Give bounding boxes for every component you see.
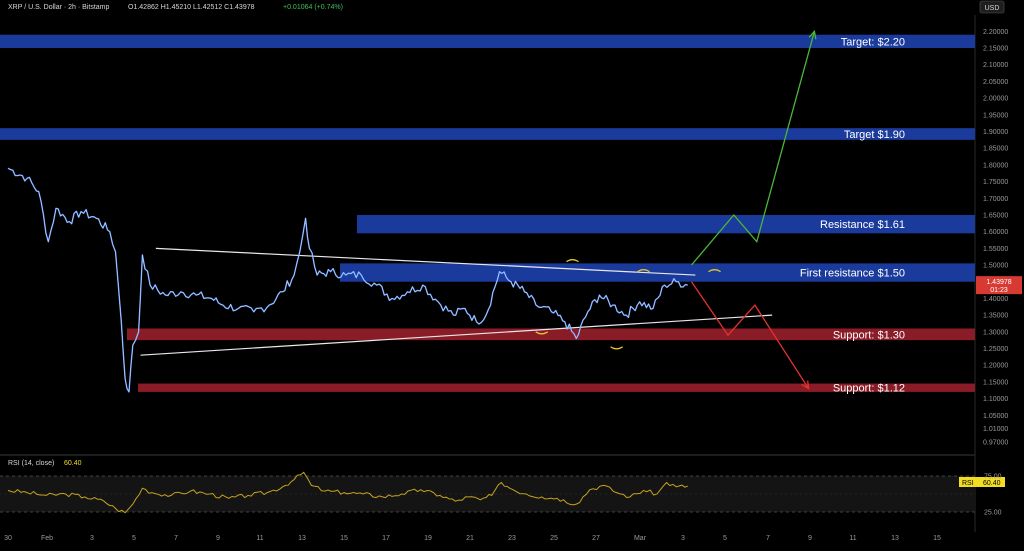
y-tick-label: 1.30000 [983, 329, 1008, 336]
y-tick-label: 1.55000 [983, 246, 1008, 253]
x-tick-label: 13 [891, 535, 899, 542]
price-axis[interactable]: 2.20000 2.15000 2.10000 2.05000 2.00000 1.950… [983, 29, 1008, 447]
y-tick-label: 1.85000 [983, 146, 1008, 153]
y-tick-label: 1.50000 [983, 263, 1008, 270]
y-tick-label: 1.95000 [983, 112, 1008, 119]
x-tick-label: 21 [466, 535, 474, 542]
x-tick-label: 15 [933, 535, 941, 542]
zone-resistance-0[interactable] [0, 34, 975, 49]
y-tick-label: 2.15000 [983, 46, 1008, 53]
zone-label-4: Support: $1.30 [833, 329, 905, 341]
y-tick-label: 1.90000 [983, 129, 1008, 136]
x-tick-label: 9 [216, 535, 220, 542]
rsi-layer [0, 471, 975, 514]
y-tick-label: 1.05000 [983, 413, 1008, 420]
y-tick-label: 1.20000 [983, 363, 1008, 370]
x-tick-label: 5 [132, 535, 136, 542]
last-price-badge: 1.43978 01:23 [976, 276, 1022, 295]
rsi-value: 60.40 [64, 460, 82, 467]
x-tick-label: 7 [174, 535, 178, 542]
x-tick-label: 3 [681, 535, 685, 542]
swing-mark-4 [610, 346, 624, 350]
x-tick-label: 30 [4, 535, 12, 542]
zone-resistance-1[interactable] [0, 128, 975, 140]
time-axis[interactable]: 30 Feb 3 5 7 9 11 13 15 17 19 21 23 25 27 Mar 3 5 7 9 11 13 15 [4, 535, 941, 542]
x-tick-label: Feb [41, 535, 53, 542]
x-tick-label: 27 [592, 535, 600, 542]
rsi-badge-label: RSI [962, 480, 974, 487]
x-tick-label: 23 [508, 535, 516, 542]
x-tick-label: 11 [849, 535, 856, 542]
y-tick-label: 2.05000 [983, 79, 1008, 86]
x-tick-label: 17 [382, 535, 390, 542]
zone-label-0: Target: $2.20 [841, 36, 905, 48]
change-readout: +0.01064 (+0.74%) [283, 4, 343, 11]
ohlc-readout: O1.42862 H1.45210 L1.42512 C1.43978 [128, 4, 255, 11]
x-tick-label: 13 [298, 535, 306, 542]
y-tick-label: 1.25000 [983, 346, 1008, 353]
zone-label-2: Resistance $1.61 [820, 219, 905, 231]
x-tick-label: 5 [723, 535, 727, 542]
zone-label-1: Target $1.90 [844, 129, 905, 141]
trading-chart-window: XRP / U.S. Dollar · 2h · Bitstamp O1.428… [0, 0, 1024, 551]
price-chart[interactable]: XRP / U.S. Dollar · 2h · Bitstamp O1.428… [0, 0, 1024, 551]
y-tick-label: 1.80000 [983, 162, 1008, 169]
y-tick-label: 1.70000 [983, 196, 1008, 203]
y-tick-label: 2.00000 [983, 96, 1008, 103]
zone-label-3: First resistance $1.50 [800, 268, 905, 280]
x-tick-label: 9 [808, 535, 812, 542]
zone-label-5: Support: $1.12 [833, 383, 905, 395]
y-tick-label: 1.35000 [983, 313, 1008, 320]
y-tick-label: 1.01000 [983, 426, 1008, 433]
zones-layer [0, 34, 975, 392]
y-tick-label: 1.60000 [983, 229, 1008, 236]
x-tick-label: 25 [550, 535, 558, 542]
x-tick-label: 19 [424, 535, 432, 542]
x-tick-label: 15 [340, 535, 348, 542]
y-tick-label: 1.40000 [983, 296, 1008, 303]
rsi-lower-label: 25.00 [984, 510, 1002, 517]
currency-button-label: USD [985, 5, 1000, 12]
symbol-title[interactable]: XRP / U.S. Dollar · 2h · Bitstamp [8, 4, 110, 11]
x-tick-label: 7 [766, 535, 770, 542]
y-tick-label: 0.97000 [983, 439, 1008, 446]
currency-button[interactable]: USD [979, 0, 1005, 14]
x-tick-label: Mar [634, 535, 647, 542]
y-tick-label: 1.75000 [983, 179, 1008, 186]
y-tick-label: 1.15000 [983, 379, 1008, 386]
rsi-title[interactable]: RSI (14, close) [8, 460, 54, 467]
rsi-upper-label: 75.00 [984, 474, 1002, 481]
y-tick-label: 1.65000 [983, 212, 1008, 219]
y-tick-label: 2.20000 [983, 29, 1008, 36]
y-tick-label: 2.10000 [983, 62, 1008, 69]
x-tick-label: 3 [90, 535, 94, 542]
rsi-badge-value: 60.40 [983, 480, 1001, 487]
x-tick-label: 11 [256, 535, 263, 542]
y-tick-label: 1.10000 [983, 396, 1008, 403]
bar-countdown: 01:23 [990, 287, 1008, 294]
swing-mark-0 [566, 259, 579, 263]
last-price-value: 1.43978 [986, 279, 1011, 286]
